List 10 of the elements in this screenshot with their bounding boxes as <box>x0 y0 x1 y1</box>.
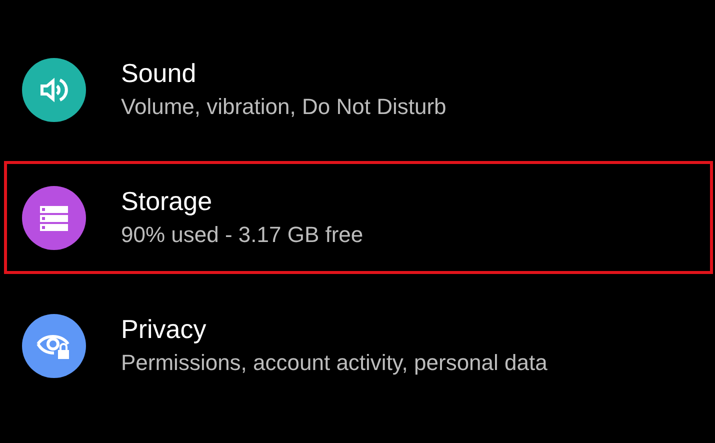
storage-icon <box>38 204 70 232</box>
item-subtitle: Volume, vibration, Do Not Disturb <box>121 92 446 121</box>
item-subtitle: 90% used - 3.17 GB free <box>121 220 364 249</box>
item-title: Storage <box>121 186 214 217</box>
item-subtitle: Permissions, account activity, personal data <box>121 348 548 377</box>
settings-item[interactable]: Privacy Permissions, account activity, personal data <box>4 289 713 402</box>
item-title: Privacy <box>121 314 208 345</box>
item-title: Sound <box>121 58 198 89</box>
highlight-frame[interactable]: Storage 90% used - 3.17 GB free <box>4 161 713 274</box>
settings-item[interactable]: Sound Volume, vibration, Do Not Disturb <box>4 33 713 146</box>
